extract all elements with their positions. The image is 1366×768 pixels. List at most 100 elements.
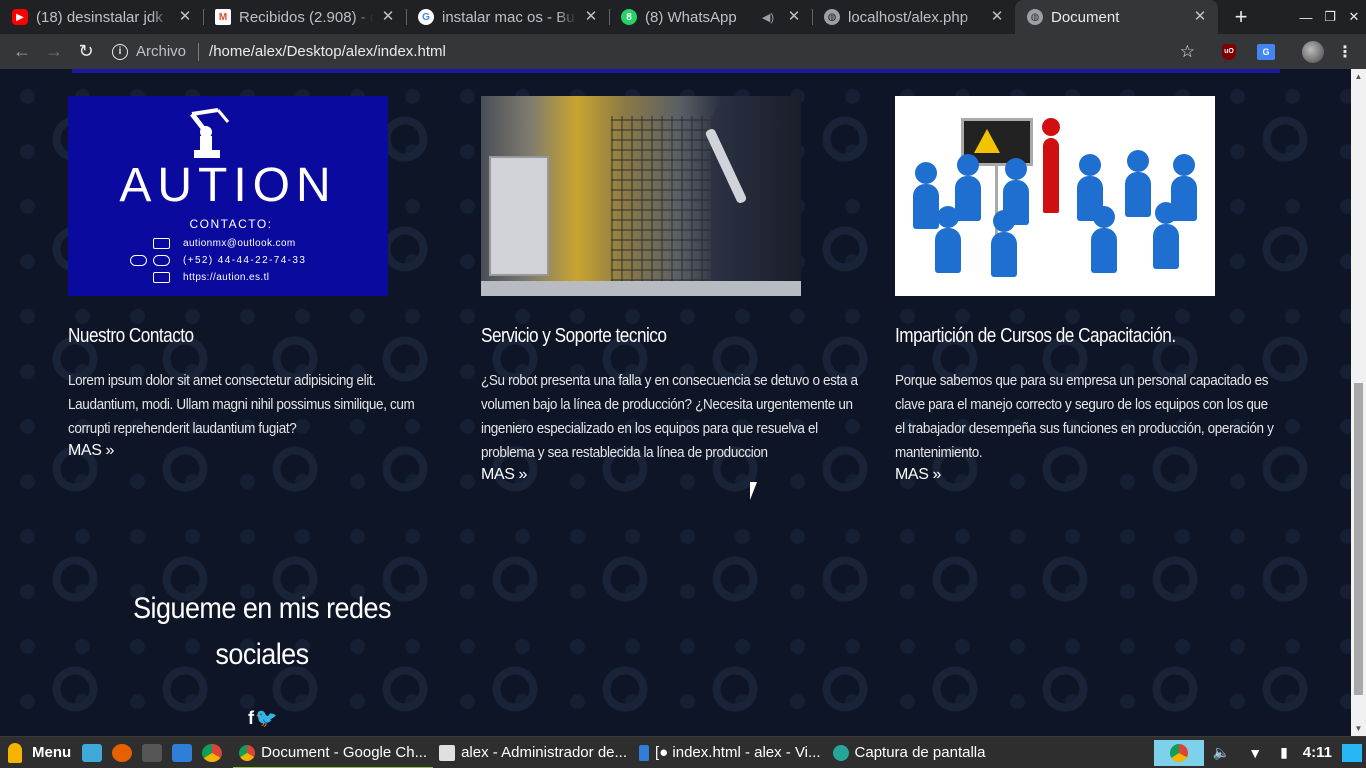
scroll-up-icon[interactable]: ▲: [1351, 69, 1366, 84]
card-text: Porque sabemos que para su empresa un pe…: [895, 372, 1274, 461]
wifi-icon[interactable]: ▼: [1248, 745, 1262, 761]
more-link[interactable]: MAS »: [481, 466, 527, 484]
maximize-icon[interactable]: ❐: [1318, 0, 1342, 34]
tab-google[interactable]: G instalar mac os - Bu ✕: [406, 0, 609, 34]
scrollbar-thumb[interactable]: [1354, 383, 1363, 695]
tab-whatsapp[interactable]: 8 (8) WhatsApp ◀) ✕: [609, 0, 812, 34]
vscode-icon: [639, 744, 650, 761]
more-link[interactable]: MAS »: [68, 442, 114, 460]
card-text: Lorem ipsum dolor sit amet consectetur a…: [68, 372, 415, 437]
close-icon[interactable]: ✕: [177, 9, 193, 25]
contact-heading: CONTACTO:: [189, 217, 273, 231]
support-image: [481, 96, 801, 296]
reload-button[interactable]: ↻: [70, 36, 102, 68]
card-title: Impartición de Cursos de Capacitación.: [895, 325, 1176, 347]
window-chrome[interactable]: Document - Google Ch...: [233, 737, 434, 768]
ublock-icon: uO: [1222, 43, 1236, 60]
card-title: Servicio y Soporte tecnico: [481, 325, 667, 347]
ublock-extension[interactable]: uO: [1216, 39, 1242, 65]
forward-button[interactable]: →: [38, 36, 70, 68]
window-file-manager[interactable]: alex - Administrador de...: [433, 737, 633, 768]
tab-title: localhost/alex.php: [848, 8, 969, 26]
info-icon[interactable]: i: [112, 43, 128, 60]
tab-youtube[interactable]: ▶ (18) desinstalar jdk ✕: [0, 0, 203, 34]
person-icon: [987, 210, 1021, 285]
person-icon: [1121, 150, 1155, 225]
close-icon[interactable]: ✕: [583, 9, 599, 25]
whatsapp-icon: [153, 255, 170, 266]
volume-icon[interactable]: 🔈: [1213, 744, 1230, 761]
launcher-vscode[interactable]: [167, 737, 197, 768]
back-button[interactable]: ←: [6, 36, 38, 68]
menu-logo-icon: [8, 742, 22, 763]
minimize-icon[interactable]: —: [1294, 0, 1318, 34]
person-icon: [931, 206, 965, 281]
start-menu-button[interactable]: Menu: [0, 737, 77, 768]
person-icon: [951, 154, 985, 229]
social-title: Sigueme en mis redes sociales: [133, 592, 391, 671]
avatar: [1302, 40, 1324, 63]
launcher-firefox[interactable]: [107, 737, 137, 768]
person-icon: [1087, 206, 1121, 281]
translate-extension[interactable]: G: [1253, 39, 1279, 65]
close-icon[interactable]: ✕: [786, 9, 802, 25]
window-label: alex - Administrador de...: [461, 744, 628, 761]
warning-icon: [974, 129, 1000, 153]
clock[interactable]: 4:11: [1303, 744, 1332, 761]
window-vscode[interactable]: [● index.html - alex - Vi...: [633, 737, 827, 768]
tray-chrome[interactable]: [1153, 739, 1204, 766]
robot-arm-icon: [190, 108, 230, 158]
page-scrollbar[interactable]: ▲ ▼: [1351, 69, 1366, 736]
card-title: Nuestro Contacto: [68, 325, 194, 347]
kebab-icon: ⋮: [1337, 43, 1353, 61]
launcher-terminal[interactable]: [137, 737, 167, 768]
address-bar[interactable]: i Archivo /home/alex/Desktop/alex/index.…: [112, 34, 1213, 69]
notifications-icon[interactable]: [1342, 743, 1362, 762]
phone-icon: [130, 255, 147, 266]
tab-localhost[interactable]: ◍ localhost/alex.php ✕: [812, 0, 1015, 34]
close-icon[interactable]: ✕: [1192, 9, 1208, 25]
launcher-files[interactable]: [77, 737, 107, 768]
close-icon[interactable]: ✕: [380, 9, 396, 25]
new-tab-button[interactable]: +: [1224, 0, 1258, 34]
tab-document[interactable]: ◍ Document ✕: [1015, 0, 1218, 34]
tab-gmail[interactable]: M Recibidos (2.908) - c ✕: [203, 0, 406, 34]
address-url[interactable]: /home/alex/Desktop/alex/index.html: [209, 43, 446, 60]
window-screenshot[interactable]: Captura de pantalla: [827, 737, 992, 768]
tab-title: Recibidos (2.908) - c: [239, 8, 374, 26]
safety-fence: [611, 116, 721, 291]
speaker-icon[interactable]: ◀): [762, 11, 774, 24]
person-icon: [1149, 202, 1183, 277]
terminal-icon: [142, 743, 163, 762]
whatsapp-icon: 8: [621, 9, 637, 25]
browser-toolbar: ← → ↻ i Archivo /home/alex/Desktop/alex/…: [0, 34, 1366, 69]
facebook-icon[interactable]: f: [248, 708, 255, 728]
person-icon: [909, 162, 943, 237]
contact-phone: (+52) 44-44-22-74-33: [183, 255, 307, 266]
bookmark-star-icon[interactable]: ☆: [1180, 42, 1195, 62]
brand-logo-text: AUTION: [119, 159, 337, 212]
vscode-icon: [172, 743, 193, 762]
card-support: Servicio y Soporte tecnico ¿Su robot pre…: [481, 96, 861, 484]
training-image: [895, 96, 1215, 296]
profile-avatar[interactable]: [1300, 39, 1326, 65]
social-icons: f🐦: [248, 708, 278, 729]
technician: [711, 96, 801, 296]
card-text: ¿Su robot presenta una falla y en consec…: [481, 372, 858, 461]
battery-icon[interactable]: ▮: [1280, 744, 1288, 761]
youtube-icon: ▶: [12, 9, 28, 25]
chrome-icon: [1169, 743, 1188, 762]
taskbar: Menu Document - Google Ch... alex - Admi…: [0, 736, 1366, 768]
close-window-icon[interactable]: ✕: [1342, 0, 1366, 34]
more-link[interactable]: MAS »: [895, 466, 941, 484]
tab-title: instalar mac os - Bu: [442, 8, 575, 26]
launcher-chrome[interactable]: [197, 737, 227, 768]
floor: [481, 281, 801, 296]
close-icon[interactable]: ✕: [989, 9, 1005, 25]
scroll-down-icon[interactable]: ▼: [1351, 721, 1366, 736]
presenter: [1043, 138, 1059, 213]
tab-title: (18) desinstalar jdk: [36, 8, 163, 26]
twitter-icon[interactable]: 🐦: [255, 708, 278, 728]
chrome-menu-button[interactable]: ⋮: [1332, 39, 1358, 65]
screenshot-icon: [832, 744, 849, 761]
